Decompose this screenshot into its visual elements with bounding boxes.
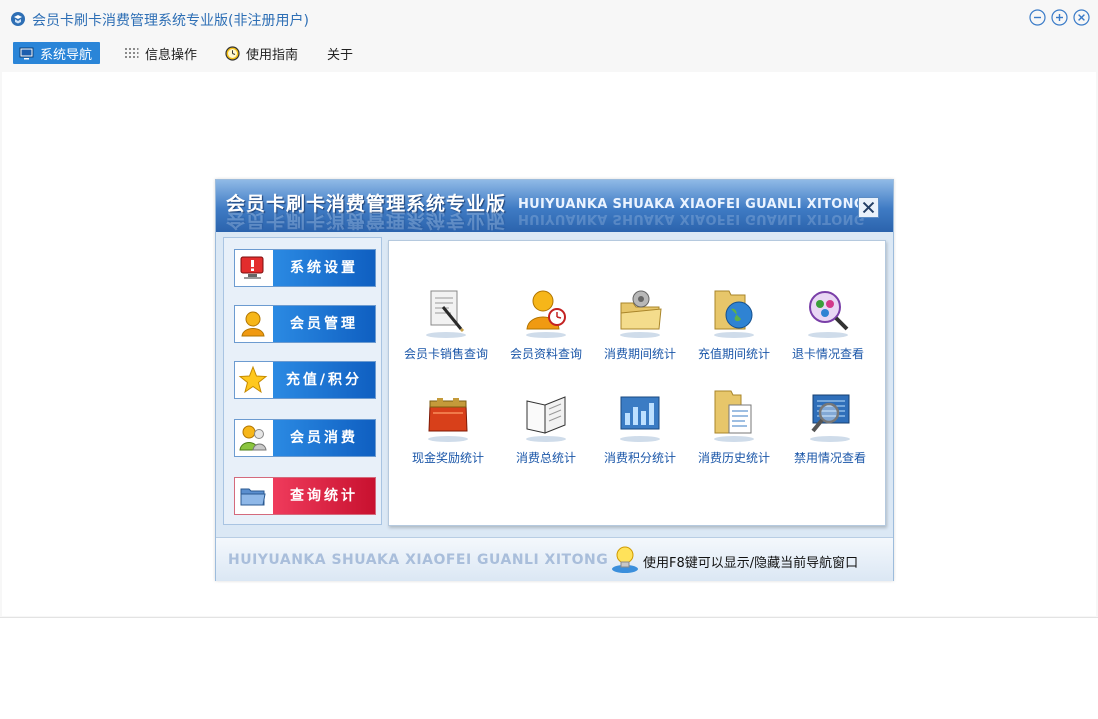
users-icon xyxy=(239,425,267,451)
nav-function-area: 会员卡销售查询 会员资料查询 消费期间统计 充值期间统计 退卡情况查看 现金奖励… xyxy=(388,240,886,526)
side-button-label: 充值/积分 xyxy=(285,372,363,388)
tile-consumption-points-stats[interactable]: 消费积分统计 xyxy=(592,389,688,485)
tile-disabled-view[interactable]: 禁用情况查看 xyxy=(782,389,878,485)
tile-consumption-history-stats[interactable]: 消费历史统计 xyxy=(686,389,782,485)
nav-footer: HUIYUANKA SHUAKA XIAOFEI GUANLI XITONG 使… xyxy=(216,537,893,581)
clock-icon xyxy=(225,45,240,61)
restore-icon[interactable] xyxy=(1051,9,1068,26)
magnifier-screen-icon xyxy=(810,394,850,442)
monitor-icon xyxy=(19,47,34,59)
lightbulb-icon xyxy=(612,546,638,573)
side-button-member-management[interactable]: 会员管理 xyxy=(234,305,376,343)
menu-system-nav[interactable]: 系统导航 xyxy=(13,42,101,64)
folder-globe-icon xyxy=(714,290,754,338)
user-clock-icon xyxy=(526,290,566,338)
tile-label: 消费总统计 xyxy=(515,451,576,465)
tile-card-sales-query[interactable]: 会员卡销售查询 xyxy=(398,285,494,381)
tile-cash-reward-stats[interactable]: 现金奖励统计 xyxy=(400,389,496,485)
notebook-icon xyxy=(526,396,566,442)
folder-docs-icon xyxy=(714,390,754,442)
tile-recharge-period-stats[interactable]: 充值期间统计 xyxy=(686,285,782,381)
grid-icon xyxy=(125,47,139,58)
tile-total-consumption-stats[interactable]: 消费总统计 xyxy=(498,389,594,485)
tile-label: 会员资料查询 xyxy=(509,347,582,361)
side-button-label: 系统设置 xyxy=(290,260,358,276)
star-icon xyxy=(238,365,268,394)
side-button-label: 会员管理 xyxy=(290,316,358,332)
side-button-member-consumption[interactable]: 会员消费 xyxy=(234,419,376,457)
menu-label: 系统导航 xyxy=(40,47,93,63)
minimize-icon[interactable] xyxy=(1029,9,1046,26)
magnifier-people-icon xyxy=(808,291,849,338)
app-icon xyxy=(11,12,25,26)
tile-label: 充值期间统计 xyxy=(697,347,770,361)
folder-gear-icon xyxy=(620,290,662,338)
nav-footer-tip: 使用F8键可以显示/隐藏当前导航窗口 xyxy=(643,556,859,571)
tile-label: 禁用情况查看 xyxy=(793,451,866,465)
menu-bar: 系统导航 信息操作 使用指南 关于 xyxy=(0,40,1098,70)
tile-label: 现金奖励统计 xyxy=(411,451,484,465)
side-button-query-statistics[interactable]: 查询统计 xyxy=(234,477,376,515)
menu-info-ops[interactable]: 信息操作 xyxy=(124,42,197,64)
tile-consumption-period-stats[interactable]: 消费期间统计 xyxy=(592,285,688,381)
menu-user-guide[interactable]: 使用指南 xyxy=(225,42,298,64)
nav-side-menu: 系统设置 会员管理 充值/积分 会员消费 查询统计 xyxy=(223,237,382,525)
side-button-label: 会员消费 xyxy=(290,430,358,446)
tile-label: 消费期间统计 xyxy=(603,347,676,361)
navigation-panel: 会员卡刷卡消费管理系统专业版 会员卡刷卡消费管理系统专业版 HUIYUANKA … xyxy=(215,179,894,581)
user-icon xyxy=(241,311,265,337)
side-button-recharge-points[interactable]: 充值/积分 xyxy=(234,361,376,399)
side-button-system-settings[interactable]: 系统设置 xyxy=(234,249,376,287)
close-icon[interactable] xyxy=(1073,9,1090,26)
tile-label: 消费历史统计 xyxy=(697,451,770,465)
folder-icon xyxy=(240,488,266,506)
side-button-label: 查询统计 xyxy=(290,488,358,504)
settings-alert-icon xyxy=(240,256,264,279)
document-pen-icon xyxy=(426,290,466,338)
nav-subtitle: HUIYUANKA SHUAKA XIAOFEI GUANLI XITONG xyxy=(518,197,865,212)
menu-label: 关于 xyxy=(327,47,354,63)
purse-icon xyxy=(428,398,468,442)
nav-footer-text: HUIYUANKA SHUAKA XIAOFEI GUANLI XITONG xyxy=(228,552,609,568)
tile-label: 退卡情况查看 xyxy=(791,347,864,361)
menu-label: 使用指南 xyxy=(246,47,299,63)
nav-subtitle-reflection: HUIYUANKA SHUAKA XIAOFEI GUANLI XITONG xyxy=(518,211,865,226)
chart-board-icon xyxy=(620,396,660,442)
nav-title-reflection: 会员卡刷卡消费管理系统专业版 xyxy=(226,209,507,231)
nav-header: 会员卡刷卡消费管理系统专业版 会员卡刷卡消费管理系统专业版 HUIYUANKA … xyxy=(216,180,893,232)
tile-card-return-view[interactable]: 退卡情况查看 xyxy=(780,285,876,381)
menu-about[interactable]: 关于 xyxy=(327,42,353,64)
window-title: 会员卡刷卡消费管理系统专业版(非注册用户) xyxy=(32,13,309,29)
tile-label: 消费积分统计 xyxy=(603,451,676,465)
tile-member-info-query[interactable]: 会员资料查询 xyxy=(498,285,594,381)
nav-close-icon[interactable] xyxy=(858,197,879,218)
tile-label: 会员卡销售查询 xyxy=(403,347,488,361)
title-bar: 会员卡刷卡消费管理系统专业版(非注册用户) xyxy=(0,0,1098,38)
menu-label: 信息操作 xyxy=(145,47,198,63)
